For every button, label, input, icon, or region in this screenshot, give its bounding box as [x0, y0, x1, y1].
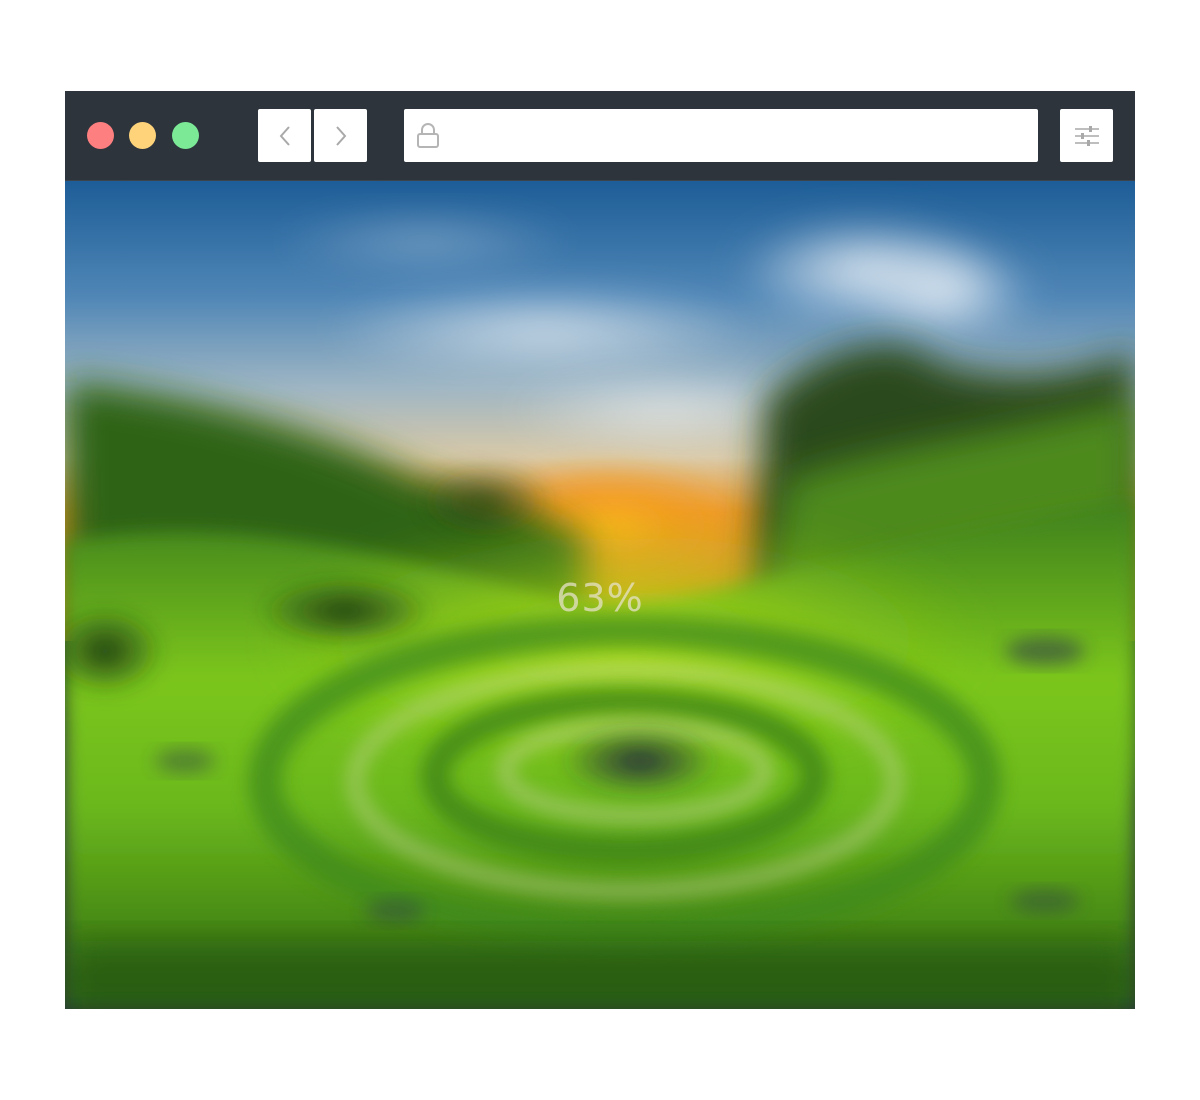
chevron-left-icon [279, 125, 290, 146]
loading-progress-label: 63% [556, 576, 644, 620]
forward-button[interactable] [314, 109, 367, 162]
browser-toolbar [65, 91, 1135, 181]
lock-icon [417, 123, 439, 148]
sliders-icon [1074, 125, 1099, 146]
settings-button[interactable] [1060, 109, 1113, 162]
minimize-window-button[interactable] [129, 122, 156, 149]
close-window-button[interactable] [87, 122, 114, 149]
back-button[interactable] [258, 109, 311, 162]
address-bar[interactable] [404, 109, 1038, 164]
chevron-right-icon [335, 125, 346, 146]
browser-window: 63% [65, 91, 1135, 1009]
url-input[interactable] [454, 109, 1028, 164]
zoom-window-button[interactable] [172, 122, 199, 149]
page-viewport: 63% [65, 181, 1135, 1009]
